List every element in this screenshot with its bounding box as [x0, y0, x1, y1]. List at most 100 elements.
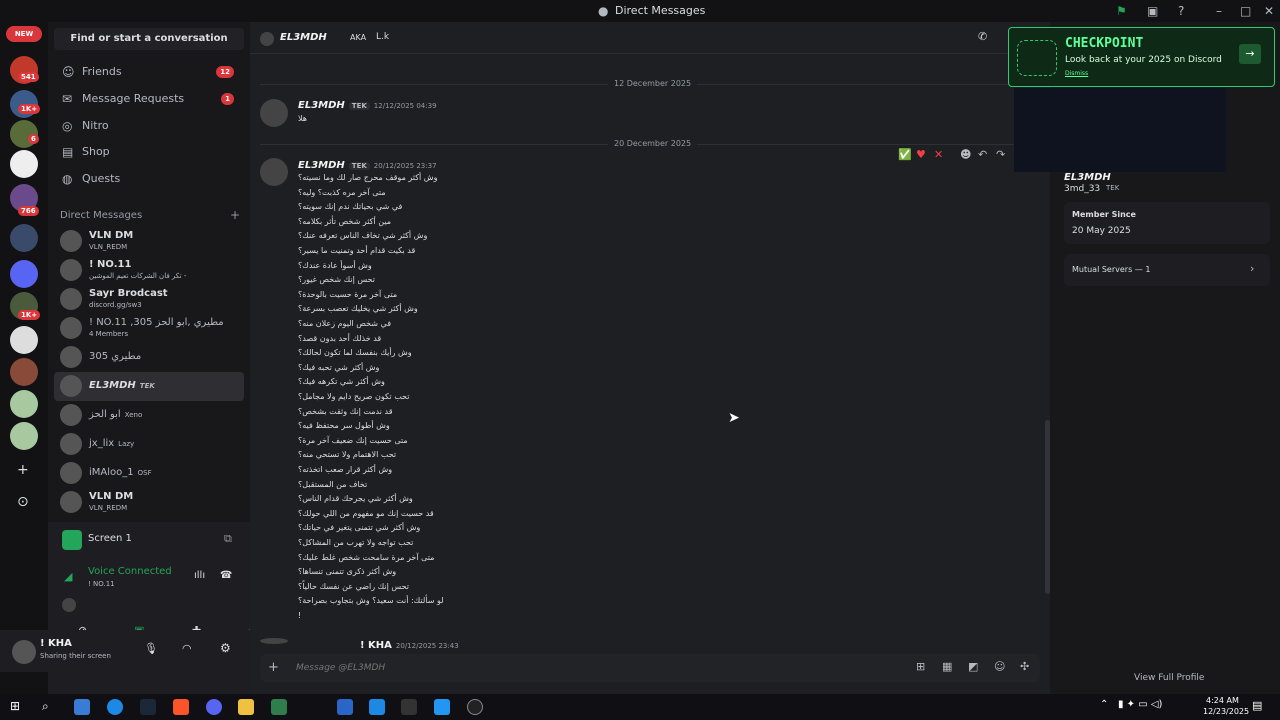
add-server-icon[interactable]: +: [17, 462, 29, 478]
mutual-servers-button[interactable]: Mutual Servers — 1 ›: [1064, 254, 1270, 286]
dm-item[interactable]: Sayr Brodcast discord.gg/sw3: [54, 285, 244, 314]
dismiss-link[interactable]: Dismiss: [1065, 70, 1088, 77]
message-line: تحب تكون صريح دايم ولا مجامل؟: [298, 392, 410, 401]
add-reaction-icon[interactable]: ☻: [960, 148, 971, 161]
chat-header: EL3MDH AKA L.k ✆: [250, 22, 1050, 54]
voice-channel[interactable]: ! NO.11: [88, 580, 115, 588]
dm-item[interactable]: iMAloo_1 OSF: [54, 459, 244, 488]
help-icon[interactable]: ?: [1178, 4, 1184, 18]
tray-chevron-icon[interactable]: ⌃: [1100, 699, 1108, 710]
folder-icon[interactable]: [238, 699, 254, 715]
search-icon[interactable]: ⌕: [42, 699, 49, 714]
dm-item[interactable]: jx_lix Lazy: [54, 430, 244, 459]
disconnect-icon[interactable]: ☎: [220, 570, 232, 581]
attach-icon[interactable]: +: [268, 660, 279, 675]
unread-badge: 541: [18, 72, 39, 82]
app-icon[interactable]: [337, 699, 353, 715]
server-icon[interactable]: [10, 422, 38, 450]
message-line: وش أسوأ عادة عندك؟: [298, 260, 372, 270]
dm-item[interactable]: VLN DM VLN_REDM: [54, 488, 244, 517]
server-icon[interactable]: [10, 390, 38, 418]
avatar[interactable]: [260, 158, 288, 186]
requests-count: 1: [221, 93, 234, 105]
stream-preview[interactable]: [1014, 88, 1226, 172]
server-icon[interactable]: [10, 260, 38, 288]
new-dm-button[interactable]: +: [230, 208, 240, 222]
arrow-right-icon[interactable]: →: [1239, 44, 1261, 64]
x-reaction-icon[interactable]: ✕: [934, 148, 943, 161]
noise-icon[interactable]: ıllı: [194, 570, 205, 581]
sticker-icon[interactable]: ◩: [968, 660, 978, 673]
chat-title[interactable]: EL3MDH: [280, 32, 327, 43]
avatar[interactable]: [12, 640, 36, 664]
nav-friends[interactable]: ☺ Friends 12: [54, 59, 244, 85]
nav-shop[interactable]: ▤ Shop: [54, 139, 244, 165]
steam-icon[interactable]: [140, 699, 156, 715]
check-reaction-icon[interactable]: ✅: [898, 148, 912, 161]
message-input[interactable]: [296, 659, 856, 677]
dm-item-active[interactable]: EL3MDH TEK: [54, 372, 244, 401]
gif-icon[interactable]: ▦: [942, 660, 952, 673]
user-panel: ! KHA Sharing their screen 🎙 ◠ ⚙: [0, 630, 250, 672]
clock-time[interactable]: 4:24 AM: [1206, 696, 1239, 705]
avatar[interactable]: [260, 638, 288, 644]
call-icon[interactable]: ✆: [978, 30, 987, 43]
close-icon[interactable]: ✕: [1264, 4, 1274, 18]
message-line: في شخص اليوم زعلان منه؟: [298, 319, 392, 328]
headphones-icon[interactable]: ◠: [182, 642, 192, 655]
dm-item[interactable]: VLN DM VLN_REDM: [54, 227, 244, 256]
dm-item[interactable]: ابو الحز Xeno: [54, 401, 244, 430]
app-icon[interactable]: [434, 699, 450, 715]
tray-icons[interactable]: ▮ ✦ ▭ ◁): [1118, 699, 1162, 710]
flag-icon[interactable]: ⚑: [1116, 4, 1127, 18]
settings-icon[interactable]: ⚙: [220, 641, 231, 655]
discord-taskbar-icon[interactable]: [206, 699, 222, 715]
message-line: وش أكثر شي تكرهه فيك؟: [298, 377, 385, 387]
notifications-icon[interactable]: ▤: [1252, 699, 1262, 712]
app-icon[interactable]: [401, 699, 417, 715]
emoji-icon[interactable]: ☺: [994, 660, 1005, 673]
nav-nitro[interactable]: ◎ Nitro: [54, 113, 244, 139]
server-icon[interactable]: [10, 358, 38, 386]
brave-icon[interactable]: [173, 699, 189, 715]
forward-icon[interactable]: ↷: [996, 148, 1005, 161]
nav-message-requests[interactable]: ✉ Message Requests 1: [54, 86, 244, 112]
minimize-icon[interactable]: –: [1216, 4, 1222, 18]
message-author: ! KHA 20/12/2025 23:43: [360, 640, 459, 651]
server-icon[interactable]: [10, 326, 38, 354]
discover-icon[interactable]: ⊙: [17, 494, 29, 510]
profile-name: EL3MDH: [1064, 172, 1111, 183]
avatar[interactable]: [260, 99, 288, 127]
new-badge[interactable]: NEW: [6, 26, 42, 42]
gift-icon[interactable]: ⊞: [916, 660, 925, 673]
windows-start-icon[interactable]: ⊞: [10, 699, 20, 713]
app-icon[interactable]: [74, 699, 90, 715]
maximize-icon[interactable]: □: [1240, 4, 1251, 18]
search-input[interactable]: Find or start a conversation: [54, 28, 244, 50]
dm-item[interactable]: ! NO.11 تكر فان الشركات تعيم الموشين -: [54, 256, 244, 285]
server-icon[interactable]: [10, 224, 38, 252]
apps-icon[interactable]: ✣: [1020, 660, 1029, 673]
nav-quests[interactable]: ◍ Quests: [54, 166, 244, 192]
server-icon[interactable]: [10, 150, 38, 178]
shop-icon: ▤: [62, 145, 74, 159]
user-tag: TEK: [139, 382, 155, 390]
dm-item[interactable]: ! NO.11 ,305 مطيري ,ابو الحز 4 Members: [54, 314, 244, 343]
friends-icon: ☺: [62, 65, 75, 79]
app-icon[interactable]: [467, 699, 483, 715]
browser-icon[interactable]: [107, 699, 123, 715]
dm-name: iMAloo_1 OSF: [89, 467, 152, 478]
inbox-icon[interactable]: ▣: [1147, 4, 1158, 18]
store-icon[interactable]: [271, 699, 287, 715]
heart-reaction-icon[interactable]: ♥: [916, 148, 926, 161]
microphone-icon[interactable]: 🎙: [144, 642, 158, 655]
popout-icon[interactable]: ⧉: [224, 532, 232, 546]
clock-date[interactable]: 12/23/2025: [1203, 707, 1249, 716]
dm-item[interactable]: 305 مطيري: [54, 343, 244, 372]
avatar: [60, 404, 82, 426]
reply-icon[interactable]: ↶: [978, 148, 987, 161]
member-since-date: 20 May 2025: [1072, 226, 1131, 236]
app-icon[interactable]: [369, 699, 385, 715]
checkpoint-banner: CHECKPOINT Look back at your 2025 on Dis…: [1008, 27, 1275, 87]
view-full-profile-link[interactable]: View Full Profile: [1134, 673, 1204, 683]
